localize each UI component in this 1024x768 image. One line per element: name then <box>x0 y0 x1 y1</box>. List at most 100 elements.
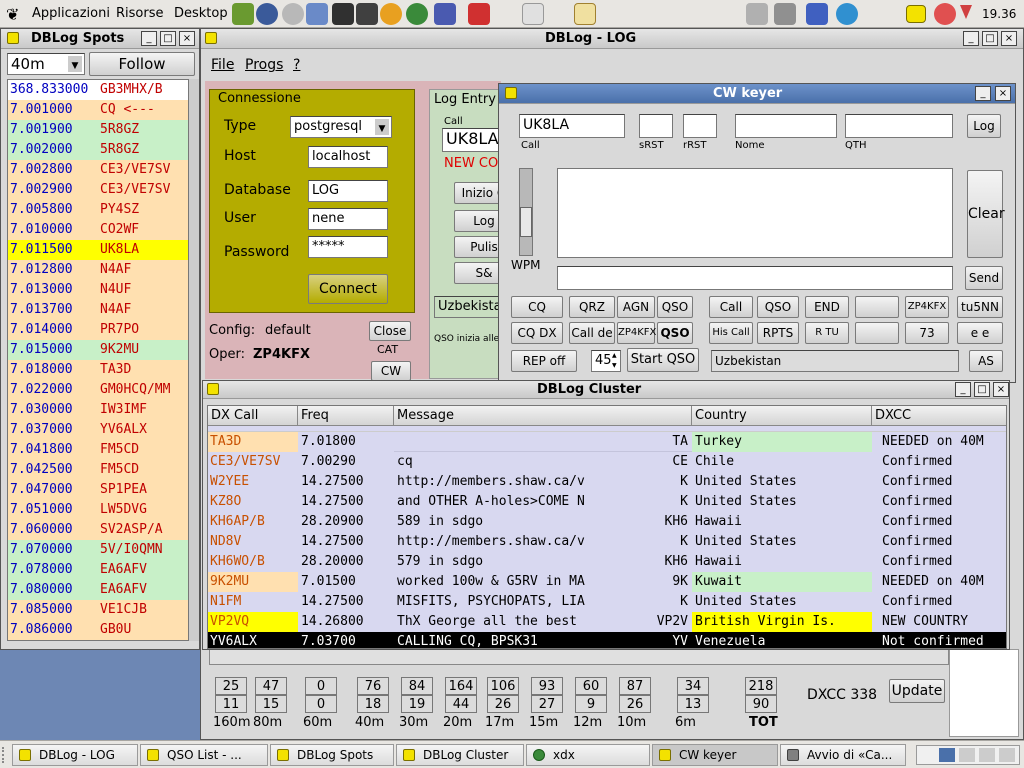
cw-macro-button[interactable]: His Call <box>709 322 753 344</box>
wpm-slider-handle[interactable] <box>520 207 532 237</box>
log-titlebar[interactable]: DBLog - LOG _ □ × <box>201 29 1023 49</box>
launcher-doc-icon[interactable] <box>522 3 544 25</box>
update-button[interactable]: Update <box>889 679 945 703</box>
workspace-switcher[interactable] <box>916 745 1020 765</box>
maximize-button[interactable]: □ <box>160 31 176 46</box>
table-row[interactable]: KH6AP/B 28.20900 589 in sdgo Hawaii Confirme… <box>208 512 1006 532</box>
spot-row[interactable]: 7.001000 CQ <--- <box>8 100 188 120</box>
qth-field[interactable] <box>845 114 953 138</box>
spot-row[interactable]: 7.013700 N4AF <box>8 300 188 320</box>
launcher-pointer-icon[interactable] <box>434 3 456 25</box>
cw-text-area[interactable] <box>557 168 953 258</box>
col-header-freq[interactable]: Freq <box>298 406 394 426</box>
workspace-3[interactable] <box>979 748 995 762</box>
tray-printer-icon[interactable] <box>746 3 768 25</box>
spot-row[interactable]: 7.014000 PR7PO <box>8 320 188 340</box>
cw-macro-button[interactable]: QSO <box>657 322 693 344</box>
cw-macro-button[interactable]: QSO <box>757 296 799 318</box>
workspace-2[interactable] <box>959 748 975 762</box>
spot-row[interactable]: 7.086000 GB0U <box>8 620 188 640</box>
table-row[interactable]: CE3/VE7SV 7.00290 cq Chile Confirmed CE <box>208 452 1006 472</box>
cw-macro-button[interactable]: tu5NN <box>957 296 1003 318</box>
tray-alert-icon[interactable] <box>934 3 956 25</box>
spot-row[interactable]: 7.005800 PY4SZ <box>8 200 188 220</box>
cw-macro-button[interactable]: QSO <box>657 296 693 318</box>
cw-call-field[interactable]: UK8LA <box>519 114 625 138</box>
spot-row[interactable]: 7.015000 9K2MU <box>8 340 188 360</box>
clock[interactable]: 19.36 <box>982 7 1016 21</box>
spot-row[interactable]: 7.018000 TA3D <box>8 360 188 380</box>
maximize-button[interactable]: □ <box>982 31 998 46</box>
col-header-message[interactable]: Message <box>394 406 692 426</box>
spot-row[interactable]: 7.001900 5R8GZ <box>8 120 188 140</box>
nome-field[interactable] <box>735 114 837 138</box>
menu-progs[interactable]: Progs <box>245 57 283 73</box>
send-button[interactable]: Send <box>965 266 1003 290</box>
menu-risorse[interactable]: Risorse <box>116 6 164 21</box>
cluster-titlebar[interactable]: DBLog Cluster _ □ × <box>203 381 1009 399</box>
taskbar-item[interactable]: xdx <box>526 744 650 766</box>
table-row[interactable]: ND8V 14.27500 http://members.shaw.ca/v Unit… <box>208 532 1006 552</box>
rep-off-button[interactable]: REP off <box>511 350 577 372</box>
menu-file[interactable]: File <box>211 57 234 73</box>
maximize-button[interactable]: □ <box>974 382 990 397</box>
spot-row[interactable]: 7.030000 IW3IMF <box>8 400 188 420</box>
cw-macro-button[interactable] <box>855 322 899 344</box>
cw-macro-button[interactable]: Call <box>709 296 753 318</box>
menu-help[interactable]: ? <box>293 57 300 73</box>
table-row[interactable]: VP2VQ 14.26800 ThX George all the best Brit… <box>208 612 1006 632</box>
col-header-dxcall[interactable]: DX Call <box>208 406 298 426</box>
spot-row[interactable]: 7.022000 GM0HCQ/MM <box>8 380 188 400</box>
type-select[interactable]: postgresql ▼ <box>290 116 392 138</box>
spots-list[interactable]: 368.833000 GB3MHX/B 7.001000 CQ <--- 7.00190… <box>7 79 189 641</box>
gnome-foot-icon[interactable]: ❦ <box>6 5 22 24</box>
table-row[interactable]: 9K2MU 7.01500 worked 100w & G5RV in MA Kuwa… <box>208 572 1006 592</box>
wpm-slider[interactable] <box>519 168 533 256</box>
tray-network-icon[interactable] <box>806 3 828 25</box>
launcher-monitor-icon[interactable] <box>356 3 378 25</box>
close-button[interactable]: × <box>995 86 1011 101</box>
rrst-field[interactable] <box>683 114 717 138</box>
tray-dolphin-icon[interactable] <box>836 3 858 25</box>
spot-row[interactable]: 7.002900 CE3/VE7SV <box>8 180 188 200</box>
host-field[interactable]: localhost <box>308 146 388 168</box>
tray-keyboard-icon[interactable] <box>774 3 796 25</box>
launcher-browser-icon[interactable] <box>256 3 278 25</box>
taskbar-item[interactable]: DBLog Spots <box>270 744 394 766</box>
cw-macro-button[interactable] <box>855 296 899 318</box>
wpm-spinner[interactable]: 45 ▲ ▼ <box>591 350 621 372</box>
spot-row[interactable]: 7.042500 FM5CD <box>8 460 188 480</box>
cw-macro-button[interactable]: CQ <box>511 296 563 318</box>
cw-titlebar[interactable]: CW keyer _ × <box>499 84 1015 104</box>
show-desktop-handle[interactable] <box>2 747 10 763</box>
col-header-dxcc[interactable]: DXCC <box>872 406 1006 426</box>
password-field[interactable]: ***** <box>308 236 388 258</box>
workspace-1[interactable] <box>939 748 955 762</box>
cw-macro-button[interactable]: AGN <box>617 296 655 318</box>
spot-row[interactable]: 7.013000 N4UF <box>8 280 188 300</box>
cw-macro-button[interactable]: ZP4KFX <box>905 296 949 318</box>
spot-row[interactable]: 7.011500 UK8LA <box>8 240 188 260</box>
menu-applicazioni[interactable]: Applicazioni <box>32 6 110 21</box>
srst-field[interactable] <box>639 114 673 138</box>
spot-row[interactable]: 7.078000 EA6AFV <box>8 560 188 580</box>
clear-button[interactable]: Clear <box>967 170 1005 258</box>
user-field[interactable]: nene <box>308 208 388 230</box>
cw-macro-button[interactable]: ZP4KFX <box>617 322 656 344</box>
cw-macro-button[interactable]: CQ DX <box>511 322 563 344</box>
spot-row[interactable]: 7.085000 VE1CJB <box>8 600 188 620</box>
spot-row[interactable]: 7.060000 SV2ASP/A <box>8 520 188 540</box>
launcher-globe-icon[interactable] <box>406 3 428 25</box>
minimize-button[interactable]: _ <box>955 382 971 397</box>
cw-macro-button[interactable]: Call de <box>569 322 615 344</box>
connect-button[interactable]: Connect <box>308 274 388 304</box>
spots-titlebar[interactable]: DBLog Spots _ □ × <box>1 29 199 49</box>
spot-row[interactable]: 7.002000 5R8GZ <box>8 140 188 160</box>
cw-macro-button[interactable]: e e <box>957 322 1003 344</box>
tray-notes-icon[interactable] <box>906 5 926 23</box>
minimize-button[interactable]: _ <box>975 86 991 101</box>
database-field[interactable]: LOG <box>308 180 388 202</box>
spot-row[interactable]: 7.037000 YV6ALX <box>8 420 188 440</box>
launcher-terminal-icon[interactable] <box>332 3 354 25</box>
table-row[interactable]: KZ8O 14.27500 and OTHER A-holes>COME N Unit… <box>208 492 1006 512</box>
